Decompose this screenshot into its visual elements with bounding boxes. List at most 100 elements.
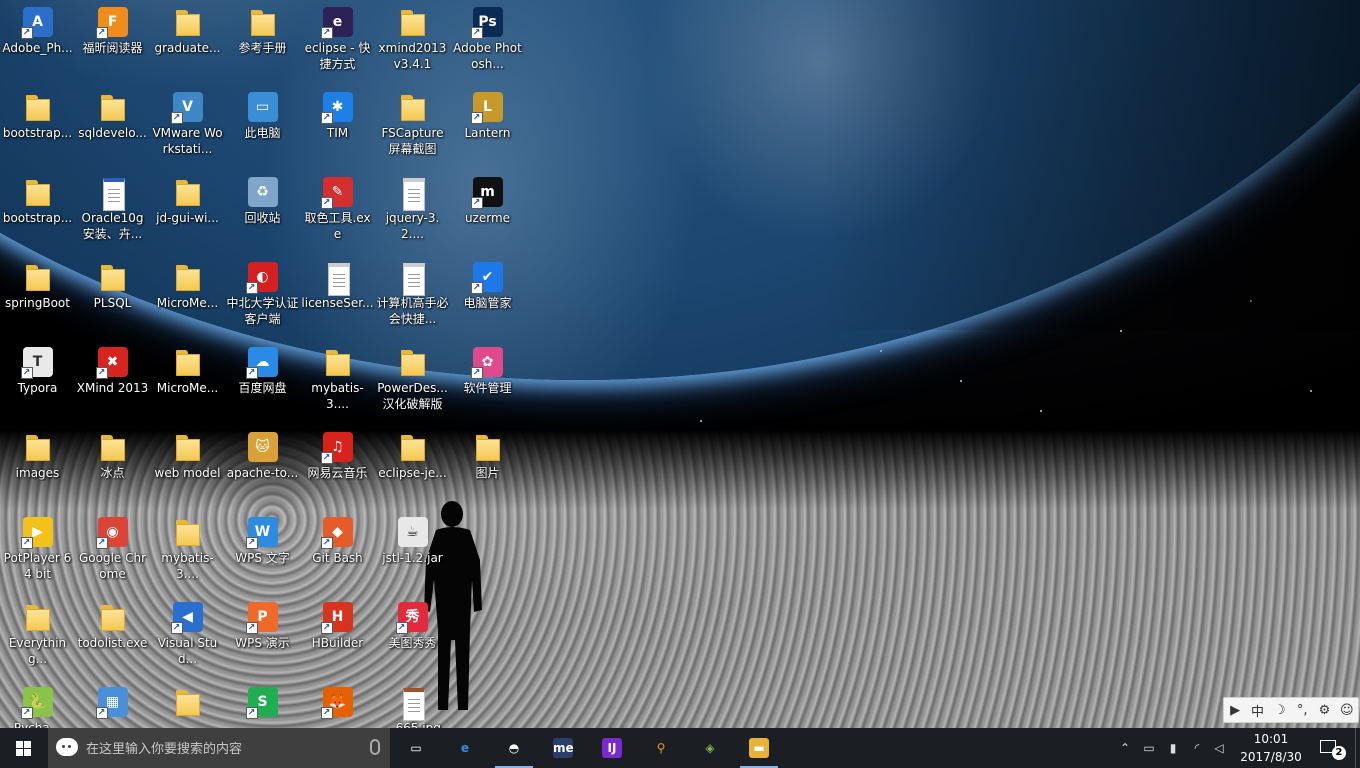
wifi-icon[interactable]: ◜ [1190, 741, 1204, 755]
taskbar-android-studio-button[interactable]: ◈ [687, 728, 733, 768]
shortcut-arrow-icon: ↗ [470, 367, 483, 379]
desktop-icon[interactable]: FSCapture屏幕截图 [375, 85, 450, 170]
desktop-icon[interactable]: licenseSer... [300, 255, 375, 340]
desktop-icon[interactable]: bootstrap... [0, 85, 75, 170]
desktop-icon[interactable]: Oracle10g安装、卉... [75, 170, 150, 255]
desktop-icon[interactable]: W ↗ WPS 文字 [225, 510, 300, 595]
ime-settings-icon[interactable]: ⚙ [1316, 703, 1332, 718]
desktop-icon[interactable]: ♻ 回收站 [225, 170, 300, 255]
desktop-icon[interactable]: graduate... [150, 0, 225, 85]
desktop-icon[interactable]: images [0, 425, 75, 510]
desktop-icon[interactable]: V ↗ VMware Workstati... [150, 85, 225, 170]
desktop-icon[interactable]: ◆ ↗ Git Bash [300, 510, 375, 595]
desktop-icon[interactable]: ☕ jstl-1.2.jar [375, 510, 450, 595]
start-button[interactable] [0, 728, 48, 768]
app-icon: ✎ ↗ [320, 176, 354, 209]
taskbar-intellij-button[interactable]: IJ [589, 728, 635, 768]
desktop-icon[interactable]: mybatis-3.... [300, 340, 375, 425]
desktop-icon[interactable]: Ps ↗ Adobe Photosh... [450, 0, 525, 85]
chevron-up-icon[interactable]: ⌃ [1118, 741, 1132, 755]
desktop-icon[interactable]: ✿ ↗ 软件管理 [450, 340, 525, 425]
search-input[interactable] [84, 738, 358, 760]
ime-toolbar[interactable]: ▶ 中 ☽ °, ⚙ ☺ [1223, 697, 1359, 723]
desktop-icon[interactable]: ▶ ↗ PotPlayer 64 bit [0, 510, 75, 595]
ime-mode-chinese[interactable]: 中 [1249, 701, 1265, 720]
microphone-icon[interactable] [370, 739, 380, 755]
ime-halfwidth-icon[interactable]: ☽ [1272, 703, 1288, 718]
desktop-icon[interactable]: bootstrap... [0, 170, 75, 255]
desktop-icon[interactable]: todolist.exe [75, 595, 150, 680]
action-center-button[interactable]: 2 [1312, 728, 1352, 768]
desktop-icon[interactable]: ◐ ↗ 中北大学认证客户端 [225, 255, 300, 340]
desktop-icon[interactable]: web model [150, 425, 225, 510]
battery-icon[interactable]: ▮ [1166, 741, 1180, 755]
network-pc-icon[interactable]: ▭ [1142, 741, 1156, 755]
desktop-icon[interactable]: MicroMe... [150, 255, 225, 340]
taskbar-mindmaster-button[interactable]: me [540, 728, 586, 768]
desktop-icon[interactable]: ✖ ↗ XMind 2013 [75, 340, 150, 425]
desktop-icon[interactable]: H ↗ HBuilder [300, 595, 375, 680]
app-icon: V ↗ [170, 91, 204, 124]
clock[interactable]: 10:01 2017/8/30 [1236, 730, 1306, 766]
ime-emoji-icon[interactable]: ☺ [1339, 703, 1355, 718]
desktop-icon[interactable]: m ↗ uzerme [450, 170, 525, 255]
desktop-icon[interactable]: L ↗ Lantern [450, 85, 525, 170]
ime-punctuation-icon[interactable]: °, [1294, 703, 1310, 718]
desktop-icon[interactable]: T ↗ Typora [0, 340, 75, 425]
taskbar-task-view-button[interactable]: ▭ [393, 728, 439, 768]
desktop-icon[interactable]: ▭ 此电脑 [225, 85, 300, 170]
cortana-icon[interactable] [56, 738, 78, 756]
intellij-icon: IJ [602, 738, 622, 758]
document-icon [322, 261, 354, 296]
desktop-icon-label: XMind 2013 [76, 381, 149, 395]
desktop-icon-label: Typora [17, 381, 58, 395]
show-desktop-button[interactable] [1355, 728, 1360, 768]
desktop-icon[interactable]: eclipse-je... [375, 425, 450, 510]
taskbar-search-app-button[interactable]: ⚲ [638, 728, 684, 768]
taskbar-file-explorer-button[interactable]: ▬ [736, 728, 782, 768]
taskbar-cortana-app-button[interactable]: ◓ [491, 728, 537, 768]
desktop-icon[interactable]: ✱ ↗ TIM [300, 85, 375, 170]
desktop-icon[interactable]: F ↗ 福昕阅读器 [75, 0, 150, 85]
desktop-icon[interactable]: 计算机高手必会快捷... [375, 255, 450, 340]
desktop-icon-label: 参考手册 [238, 41, 287, 55]
desktop-icon[interactable]: ☁ ↗ 百度网盘 [225, 340, 300, 425]
desktop-icon[interactable]: ◀ ↗ Visual Stud... [150, 595, 225, 680]
desktop-icon[interactable]: e ↗ eclipse - 快捷方式 [300, 0, 375, 85]
shortcut-arrow-icon: ↗ [320, 27, 333, 39]
desktop-icon[interactable]: jd-gui-wi... [150, 170, 225, 255]
shortcut-arrow-icon: ↗ [470, 282, 483, 294]
desktop-icon[interactable]: P ↗ WPS 演示 [225, 595, 300, 680]
folder-icon [172, 6, 204, 38]
desktop-icon[interactable]: 参考手册 [225, 0, 300, 85]
desktop-icon[interactable]: 冰点 [75, 425, 150, 510]
desktop-icon[interactable]: xmind2013 v3.4.1 [375, 0, 450, 85]
desktop-icon[interactable]: mybatis-3.... [150, 510, 225, 595]
desktop-icon[interactable]: 图片 [450, 425, 525, 510]
desktop-icon[interactable]: PLSQL [75, 255, 150, 340]
desktop-icon[interactable]: sqldevelo... [75, 85, 150, 170]
desktop-icon[interactable]: ✎ ↗ 取色工具.exe [300, 170, 375, 255]
desktop-icon[interactable]: MicroMe... [150, 340, 225, 425]
document-icon [97, 176, 129, 211]
taskbar-search-box[interactable] [48, 728, 390, 768]
desktop-icon[interactable]: 秀 ↗ 美图秀秀 [375, 595, 450, 680]
desktop-icon[interactable]: A ↗ Adobe_Ph... [0, 0, 75, 85]
app-icon: 秀 ↗ [395, 601, 429, 634]
desktop-icon-label: Adobe_Ph... [2, 41, 73, 55]
desktop-icon[interactable]: springBoot [0, 255, 75, 340]
taskbar-edge-button[interactable]: e [442, 728, 488, 768]
desktop-icon-label: 取色工具.exe [304, 211, 371, 241]
desktop-icon[interactable]: Everything... [0, 595, 75, 680]
desktop-icon[interactable]: ✔ ↗ 电脑管家 [450, 255, 525, 340]
volume-icon[interactable]: ◁ [1212, 741, 1226, 755]
ime-logo-icon[interactable]: ▶ [1227, 703, 1243, 718]
desktop-icon[interactable]: jquery-3.2.... [375, 170, 450, 255]
desktop-icon[interactable]: 🐱 apache-to... [225, 425, 300, 510]
app-icon: ▶ ↗ [20, 516, 54, 549]
folder-icon [172, 686, 204, 718]
desktop-icon[interactable]: ♫ ↗ 网易云音乐 [300, 425, 375, 510]
app-icon: 🦊 ↗ [320, 686, 354, 719]
desktop-icon[interactable]: ◉ ↗ Google Chrome [75, 510, 150, 595]
desktop-icon[interactable]: PowerDes...汉化破解版 [375, 340, 450, 425]
